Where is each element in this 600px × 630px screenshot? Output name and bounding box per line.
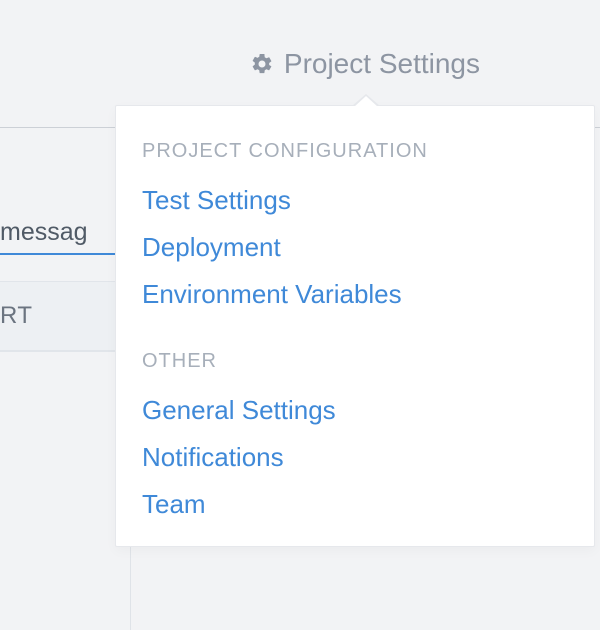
- menu-item-test-settings[interactable]: Test Settings: [116, 177, 594, 224]
- menu-item-general-settings[interactable]: General Settings: [116, 387, 594, 434]
- list-block: RT: [0, 281, 130, 352]
- list-row-fragment: RT: [0, 282, 130, 351]
- project-settings-button[interactable]: Project Settings: [250, 48, 480, 80]
- background-content: messag RT: [0, 172, 130, 352]
- menu-item-environment-variables[interactable]: Environment Variables: [116, 271, 594, 318]
- gear-icon: [250, 52, 274, 76]
- tab-fragment[interactable]: messag: [0, 172, 130, 255]
- project-settings-dropdown: PROJECT CONFIGURATION Test Settings Depl…: [115, 105, 595, 547]
- project-settings-label: Project Settings: [284, 48, 480, 80]
- menu-item-notifications[interactable]: Notifications: [116, 434, 594, 481]
- menu-item-deployment[interactable]: Deployment: [116, 224, 594, 271]
- section-header-config: PROJECT CONFIGURATION: [116, 130, 594, 177]
- section-header-other: OTHER: [116, 340, 594, 387]
- menu-item-team[interactable]: Team: [116, 481, 594, 528]
